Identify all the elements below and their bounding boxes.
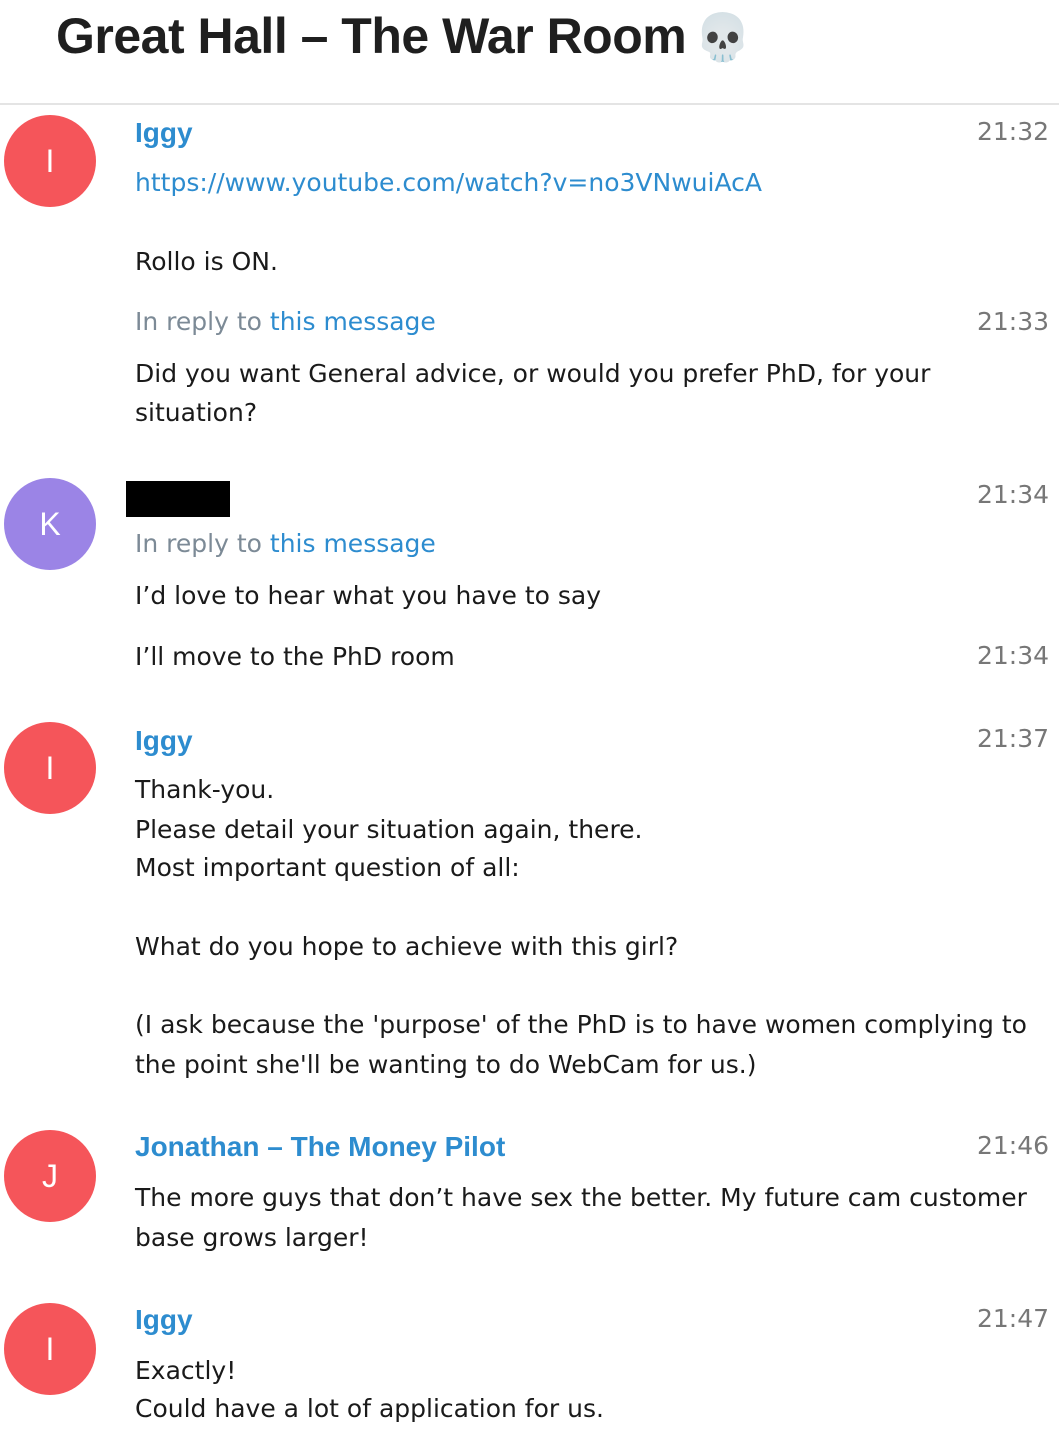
reply-reference: In reply to this message: [135, 305, 436, 339]
message-timestamp: 21:46: [976, 1131, 1049, 1160]
message-timestamp: 21:33: [976, 307, 1049, 336]
message-text: Most important question of all:: [135, 853, 520, 882]
message-text: the point she'll be wanting to do WebCam…: [135, 1050, 757, 1079]
message-timestamp: 21:34: [976, 480, 1049, 509]
message-text: base grows larger!: [135, 1223, 369, 1252]
chat-title: Great Hall – The War Room 💀: [56, 4, 752, 69]
message-link[interactable]: https://www.youtube.com/watch?v=no3VNwui…: [135, 163, 762, 202]
message-text: Please detail your situation again, ther…: [135, 815, 643, 844]
avatar[interactable]: I: [4, 1303, 96, 1395]
message-text: What do you hope to achieve with this gi…: [135, 932, 679, 961]
sender-name[interactable]: Iggy: [135, 1302, 193, 1338]
message-text: Exactly!: [135, 1356, 237, 1385]
message-text: Thank-you.: [135, 775, 275, 804]
message-text: Did you want General advice, or would yo…: [135, 359, 931, 388]
message-text: I’ll move to the PhD room: [135, 642, 455, 671]
message-text: (I ask because the 'purpose' of the PhD …: [135, 1010, 1027, 1039]
chat-title-text: Great Hall – The War Room: [56, 8, 687, 64]
sender-name[interactable]: Jonathan – The Money Pilot: [135, 1129, 505, 1165]
message-text: situation?: [135, 398, 258, 427]
message-text: Rollo is ON.: [135, 247, 278, 276]
reply-prefix: In reply to: [135, 307, 262, 336]
sender-name[interactable]: Iggy: [135, 115, 193, 151]
message-text: Could have a lot of application for us.: [135, 1394, 604, 1423]
message-timestamp: 21:47: [976, 1304, 1049, 1333]
redacted-sender-name: [126, 481, 230, 517]
avatar[interactable]: J: [4, 1130, 96, 1222]
avatar[interactable]: I: [4, 722, 96, 814]
message-timestamp: 21:32: [976, 117, 1049, 146]
avatar[interactable]: K: [4, 478, 96, 570]
reply-reference: In reply to this message: [135, 527, 436, 561]
reply-message-link[interactable]: this message: [270, 307, 436, 336]
sender-name[interactable]: Iggy: [135, 723, 193, 759]
reply-message-link[interactable]: this message: [270, 529, 436, 558]
message-text: I’d love to hear what you have to say: [135, 581, 602, 610]
message-text: The more guys that don’t have sex the be…: [135, 1183, 1027, 1212]
message-timestamp: 21:37: [976, 724, 1049, 753]
chat-header: Great Hall – The War Room 💀: [0, 0, 1059, 105]
skull-icon: 💀: [694, 10, 752, 64]
reply-prefix: In reply to: [135, 529, 262, 558]
message-timestamp: 21:34: [976, 641, 1049, 670]
avatar[interactable]: I: [4, 115, 96, 207]
